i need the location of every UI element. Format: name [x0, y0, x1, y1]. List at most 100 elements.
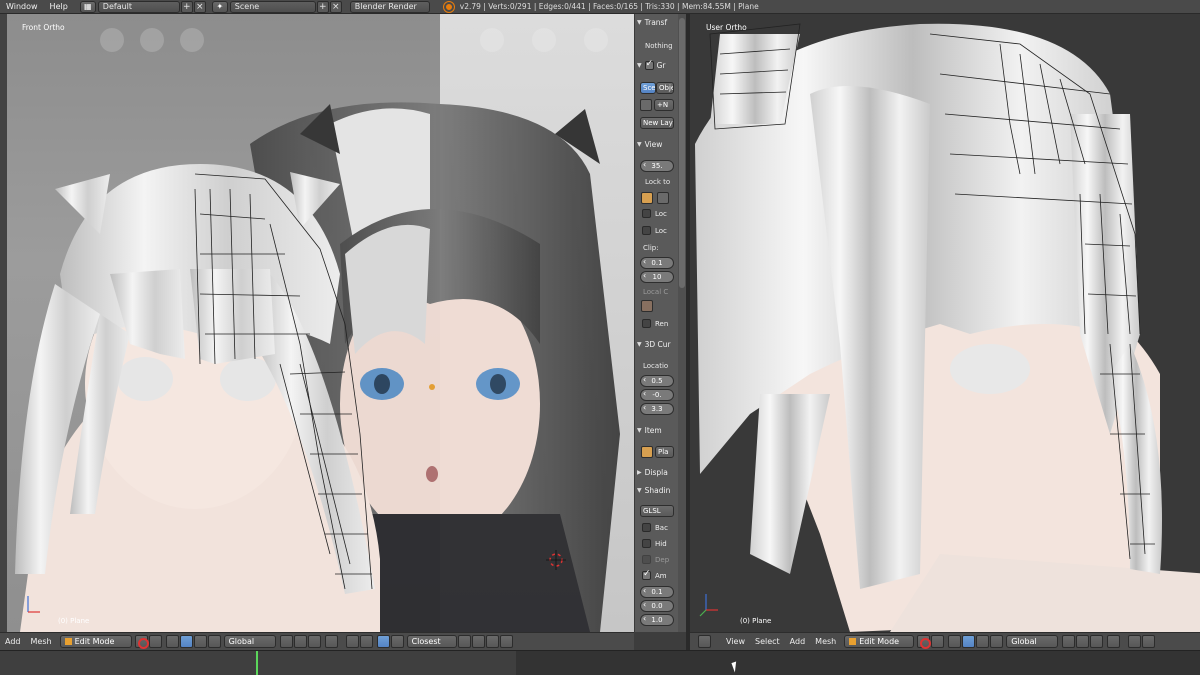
scene-source-button[interactable]: Sce [640, 82, 656, 94]
translate-manipulator-icon[interactable] [179, 635, 193, 648]
render-engine-select[interactable]: Blender Render [349, 0, 430, 13]
menu-select[interactable]: Select [750, 637, 785, 646]
collapse-triangle-icon: ▼ [637, 427, 642, 434]
right-3d-viewport[interactable]: User Ortho (0) Plane [690, 14, 1200, 632]
camera-render-icon[interactable] [499, 635, 513, 648]
rotate-manipulator-icon[interactable] [193, 635, 207, 648]
view-panel-header[interactable]: ▼ View [637, 138, 662, 151]
item-panel-header[interactable]: ▼ Item [637, 424, 662, 437]
depth-checkbox[interactable] [642, 555, 651, 564]
manipulator-toggle-icon[interactable] [948, 635, 962, 648]
transform-panel-header[interactable]: ▼ Transf [637, 16, 667, 29]
proportional-edit-icon[interactable] [345, 635, 359, 648]
ambient-value-3[interactable]: 1.0 [640, 614, 674, 626]
snap-element-icon[interactable] [390, 635, 404, 648]
3d-cursor-panel-header[interactable]: ▼ 3D Cur [637, 338, 671, 351]
render-preview-icon[interactable] [485, 635, 499, 648]
object-source-button[interactable]: Obje [656, 82, 674, 94]
face-select-icon[interactable] [307, 635, 321, 648]
properties-scrollbar[interactable] [678, 14, 686, 632]
hidden-wire-checkbox[interactable] [642, 539, 651, 548]
grease-pencil-checkbox[interactable] [644, 59, 654, 70]
backface-checkbox[interactable] [642, 523, 651, 532]
snap-align-icon[interactable] [457, 635, 471, 648]
left-toolshelf-edge[interactable] [0, 14, 7, 632]
shading-panel-header[interactable]: ▼ Shadin [637, 484, 670, 497]
remove-scene-button[interactable]: × [329, 0, 342, 13]
limit-selection-icon[interactable] [324, 635, 338, 648]
collapse-triangle-icon: ▼ [637, 62, 642, 69]
mode-select[interactable]: Edit Mode [59, 635, 132, 648]
viewport-shading-icon[interactable] [134, 635, 149, 649]
view-header-label: View [644, 140, 663, 149]
mode-select[interactable]: Edit Mode [844, 635, 915, 648]
snap-project-icon[interactable] [471, 635, 485, 648]
pencil-icon[interactable] [640, 99, 652, 111]
edge-select-icon[interactable] [293, 635, 307, 648]
camera-icon[interactable] [641, 300, 653, 312]
menu-view[interactable]: View [721, 637, 750, 646]
display-panel-header[interactable]: ▶ Displa [637, 466, 668, 479]
menu-mesh[interactable]: Mesh [810, 637, 841, 646]
menu-add[interactable]: Add [0, 637, 26, 646]
left-3d-viewport[interactable]: Front Ortho (0) Plane [0, 14, 634, 632]
menu-add[interactable]: Add [785, 637, 811, 646]
eyedropper-icon[interactable] [657, 192, 669, 204]
timeline-area[interactable] [0, 650, 1200, 675]
info-header: Window Help ▦ Default + × ✦ Scene + × Bl… [0, 0, 1200, 14]
ambient-value-2[interactable]: 0.0 [640, 600, 674, 612]
pivot-point-icon[interactable] [148, 635, 162, 648]
scrollbar-thumb[interactable] [679, 18, 685, 288]
cursor-z-field[interactable]: 3.3 [640, 403, 674, 415]
orientation-select[interactable]: Global [1006, 635, 1059, 648]
screen-layout-icon[interactable]: ▦ [79, 0, 96, 13]
scale-manipulator-icon[interactable] [207, 635, 221, 648]
add-scene-button[interactable]: + [316, 0, 329, 13]
vertex-select-icon[interactable] [279, 635, 293, 648]
current-frame-indicator[interactable] [256, 651, 258, 675]
cursor-x-field[interactable]: 0.5 [640, 375, 674, 387]
pivot-point-icon[interactable] [931, 635, 945, 648]
clip-start-field[interactable]: 0.1 [640, 257, 674, 269]
item-name-field[interactable]: Pla [655, 446, 674, 458]
viewport-shading-icon[interactable] [917, 635, 932, 649]
falloff-icon[interactable] [359, 635, 373, 648]
menu-mesh[interactable]: Mesh [26, 637, 57, 646]
scene-stats: v2.79 | Verts:0/291 | Edges:0/441 | Face… [459, 2, 759, 11]
render-border-checkbox[interactable] [642, 319, 651, 328]
new-datablock-button[interactable]: +N [654, 99, 674, 111]
orientation-select[interactable]: Global [223, 635, 276, 648]
proportional-edit-icon[interactable] [1128, 635, 1142, 648]
translate-manipulator-icon[interactable] [962, 635, 976, 648]
remove-layout-button[interactable]: × [193, 0, 206, 13]
scale-manipulator-icon[interactable] [990, 635, 1004, 648]
cube-icon[interactable] [641, 192, 653, 204]
clip-end-field[interactable]: 10 [640, 271, 674, 283]
menu-window[interactable]: Window [0, 2, 44, 11]
menu-help[interactable]: Help [44, 2, 74, 11]
snap-magnet-icon[interactable] [376, 635, 390, 648]
vertex-select-icon[interactable] [1062, 635, 1076, 648]
limit-selection-icon[interactable] [1107, 635, 1121, 648]
grease-pencil-panel-header[interactable]: ▼ Gr [637, 59, 666, 72]
rotate-manipulator-icon[interactable] [976, 635, 990, 648]
lens-field[interactable]: 35. [640, 160, 674, 172]
manipulator-toggle-icon[interactable] [165, 635, 179, 648]
scene-field[interactable]: Scene [229, 0, 316, 13]
falloff-icon[interactable] [1142, 635, 1156, 648]
scene-icon[interactable]: ✦ [211, 0, 228, 13]
cursor-y-field[interactable]: -0. [640, 389, 674, 401]
active-object-label: (0) Plane [58, 617, 90, 625]
add-layout-button[interactable]: + [180, 0, 193, 13]
ambient-checkbox[interactable] [642, 569, 651, 580]
edge-select-icon[interactable] [1076, 635, 1090, 648]
lock-camera-checkbox[interactable] [642, 226, 651, 235]
screen-layout-field[interactable]: Default [97, 0, 180, 13]
face-select-icon[interactable] [1090, 635, 1104, 648]
editor-type-icon[interactable] [698, 635, 711, 648]
snap-target-select[interactable]: Closest [406, 635, 457, 648]
shading-mode-select[interactable]: GLSL [640, 505, 674, 517]
new-layer-button[interactable]: New Lay [640, 117, 674, 129]
ambient-value-1[interactable]: 0.1 [640, 586, 674, 598]
lock-cursor-checkbox[interactable] [642, 209, 651, 218]
